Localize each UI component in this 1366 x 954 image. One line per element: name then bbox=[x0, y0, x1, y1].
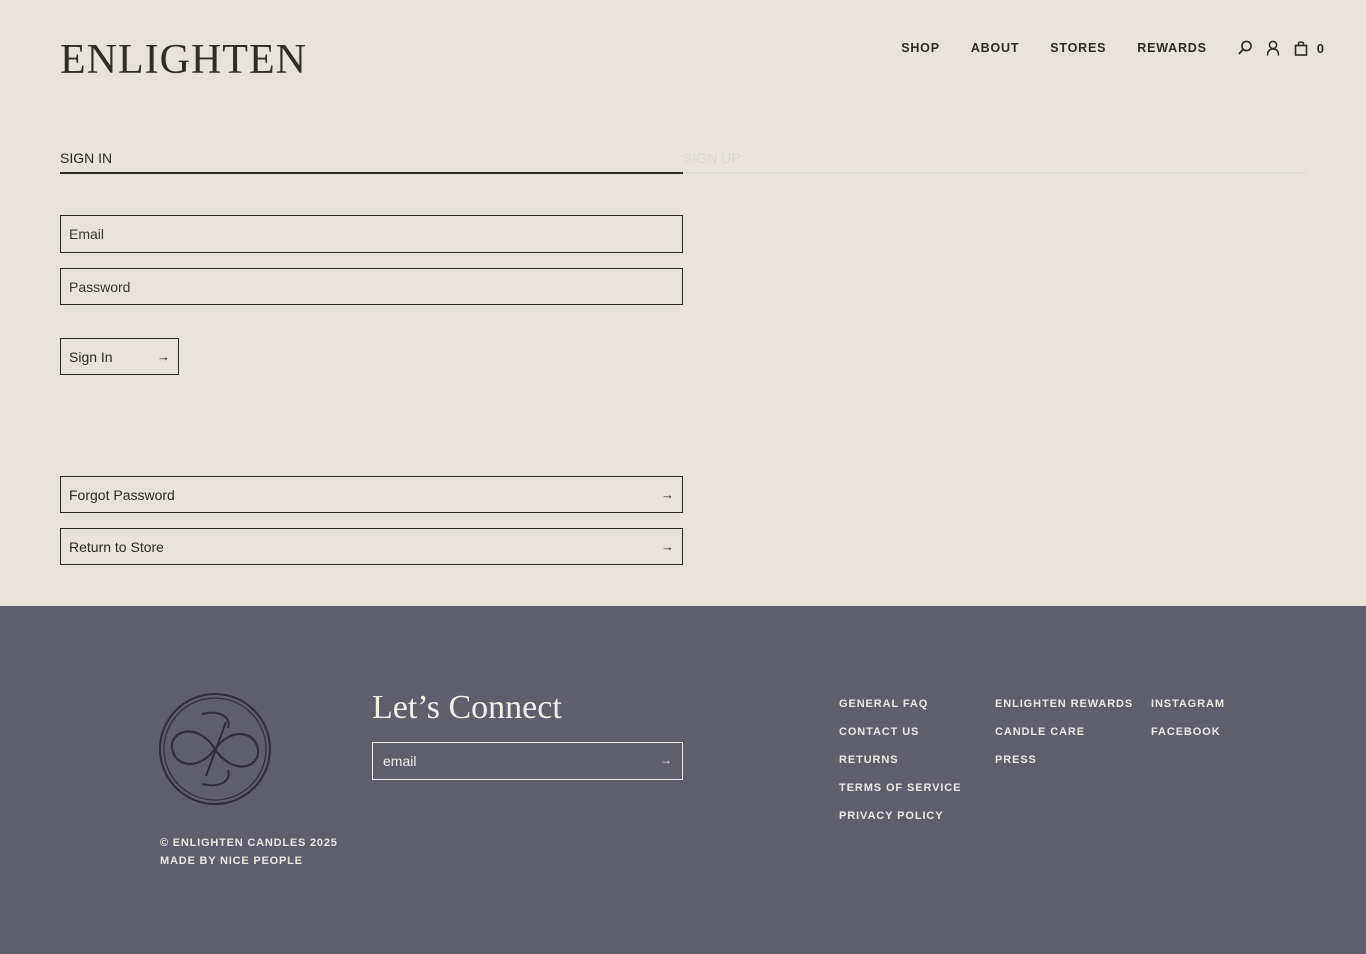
tab-sign-up[interactable]: SIGN UP bbox=[683, 148, 1306, 174]
footer-link-contact-us[interactable]: CONTACT US bbox=[839, 718, 961, 746]
credits-line: MADE BY NICE PEOPLE bbox=[160, 855, 303, 867]
arrow-right-icon: → bbox=[157, 349, 170, 364]
auth-tabs: SIGN IN SIGN UP bbox=[60, 148, 1306, 174]
nav-shop[interactable]: SHOP bbox=[901, 40, 940, 56]
brand-emblem-icon bbox=[158, 692, 272, 806]
email-field[interactable] bbox=[60, 215, 683, 253]
password-field[interactable] bbox=[60, 268, 683, 305]
nav-stores[interactable]: STORES bbox=[1050, 40, 1106, 56]
newsletter-form: → bbox=[372, 742, 683, 780]
forgot-password-button[interactable]: Forgot Password → bbox=[60, 476, 683, 513]
footer-link-privacy[interactable]: PRIVACY POLICY bbox=[839, 802, 961, 830]
cart-icon[interactable] bbox=[1293, 40, 1309, 56]
connect-heading: Let’s Connect bbox=[372, 689, 562, 726]
return-to-store-button[interactable]: Return to Store → bbox=[60, 528, 683, 565]
cart-count[interactable]: 0 bbox=[1317, 41, 1324, 56]
nav-about[interactable]: ABOUT bbox=[971, 40, 1019, 56]
forgot-password-label: Forgot Password bbox=[69, 486, 175, 503]
footer-link-candle-care[interactable]: CANDLE CARE bbox=[995, 718, 1133, 746]
footer-link-general-faq[interactable]: GENERAL FAQ bbox=[839, 690, 961, 718]
footer-links-support: GENERAL FAQ CONTACT US RETURNS TERMS OF … bbox=[839, 690, 961, 830]
sign-in-label: Sign In bbox=[69, 348, 113, 365]
arrow-right-icon: → bbox=[661, 539, 674, 554]
tab-sign-in[interactable]: SIGN IN bbox=[60, 148, 683, 174]
footer-link-returns[interactable]: RETURNS bbox=[839, 746, 961, 774]
footer-link-rewards[interactable]: ENLIGHTEN REWARDS bbox=[995, 690, 1133, 718]
footer-link-instagram[interactable]: INSTAGRAM bbox=[1151, 690, 1225, 718]
footer-link-facebook[interactable]: FACEBOOK bbox=[1151, 718, 1225, 746]
sign-in-button[interactable]: Sign In → bbox=[60, 338, 179, 375]
footer-link-press[interactable]: PRESS bbox=[995, 746, 1133, 774]
newsletter-email-input[interactable] bbox=[373, 743, 653, 779]
nav-rewards[interactable]: REWARDS bbox=[1137, 40, 1207, 56]
search-icon[interactable] bbox=[1237, 40, 1253, 56]
footer-links-brand: ENLIGHTEN REWARDS CANDLE CARE PRESS bbox=[995, 690, 1133, 774]
account-icon[interactable] bbox=[1265, 40, 1281, 56]
footer-links-social: INSTAGRAM FACEBOOK bbox=[1151, 690, 1225, 746]
site-header: ENLIGHTEN SHOP ABOUT STORES REWARDS 0 bbox=[0, 0, 1366, 110]
main-nav: SHOP ABOUT STORES REWARDS 0 bbox=[901, 40, 1324, 56]
footer-link-terms[interactable]: TERMS OF SERVICE bbox=[839, 774, 961, 802]
newsletter-submit-icon[interactable]: → bbox=[660, 753, 672, 767]
copyright-line: © ENLIGHTEN CANDLES 2025 bbox=[160, 837, 338, 849]
return-to-store-label: Return to Store bbox=[69, 538, 164, 555]
site-logo[interactable]: ENLIGHTEN bbox=[60, 38, 307, 82]
arrow-right-icon: → bbox=[661, 487, 674, 502]
site-footer: © ENLIGHTEN CANDLES 2025 MADE BY NICE PE… bbox=[0, 606, 1366, 954]
copyright: © ENLIGHTEN CANDLES 2025 MADE BY NICE PE… bbox=[160, 834, 338, 870]
